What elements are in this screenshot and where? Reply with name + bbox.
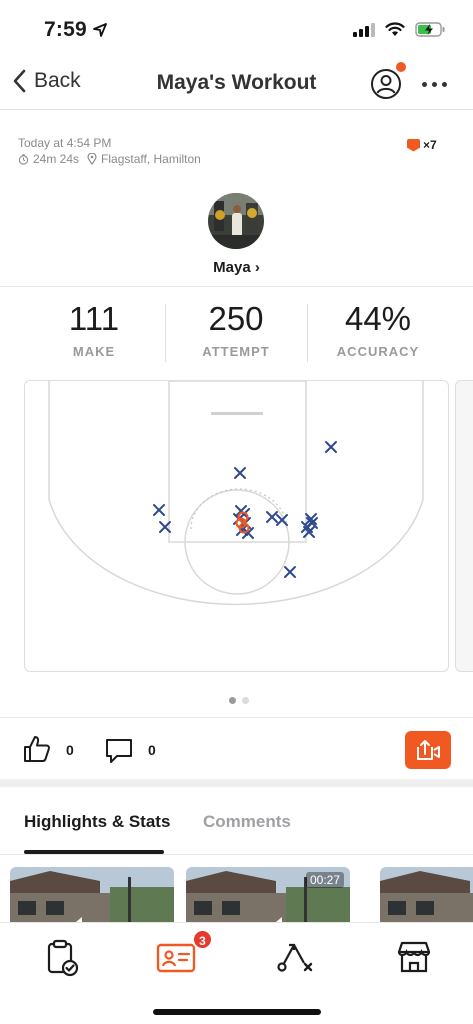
timer-icon	[18, 153, 29, 165]
status-time: 7:59	[44, 18, 87, 41]
battery-charging-icon	[415, 22, 445, 37]
thumbnail-image	[10, 867, 174, 927]
wifi-icon	[385, 22, 405, 36]
workout-details: 24m 24s Flagstaff, Hamilton	[18, 152, 201, 166]
stat-accuracy: 44% ACCURACY	[308, 300, 448, 359]
tab-comments[interactable]: Comments	[203, 812, 291, 832]
section-separator	[0, 779, 473, 787]
tab-highlights-stats[interactable]: Highlights & Stats	[24, 812, 170, 832]
shot-miss-mark	[284, 566, 296, 578]
page-dot-active	[229, 697, 236, 704]
profile-icon[interactable]	[370, 68, 402, 100]
shot-miss-mark	[325, 441, 337, 453]
status-bar: 7:59	[0, 0, 473, 60]
notification-dot	[396, 62, 406, 72]
workout-date: Today at 4:54 PM	[18, 136, 112, 150]
flag-icon	[407, 138, 420, 152]
shot-miss-mark	[153, 504, 165, 516]
store-icon[interactable]	[394, 937, 434, 977]
workout-duration: 24m 24s	[33, 152, 80, 166]
stat-value: 44%	[344, 300, 412, 337]
highlight-thumbnail[interactable]	[380, 867, 473, 927]
avatar-image	[208, 193, 264, 249]
stat-label: ATTEMPT	[202, 344, 270, 359]
video-duration: 00:27	[305, 872, 344, 888]
id-card-icon[interactable]	[156, 937, 196, 977]
divider	[0, 286, 473, 287]
stat-value: 250	[208, 300, 264, 337]
highlight-thumbnail[interactable]: 00:27	[186, 867, 350, 927]
comment-count: 0	[148, 742, 156, 758]
play-diagram-icon[interactable]	[276, 937, 316, 977]
share-video-button[interactable]	[405, 731, 451, 769]
tab-divider	[0, 854, 473, 855]
share-video-icon	[417, 740, 440, 760]
shot-marks	[153, 441, 337, 578]
stat-label: MAKE	[72, 344, 116, 359]
shot-miss-mark	[266, 511, 278, 523]
page-dot	[242, 697, 249, 704]
stat-value: 111	[68, 300, 120, 337]
stat-make: 111 MAKE	[24, 300, 164, 359]
user-name-link[interactable]: Maya ›	[0, 259, 473, 276]
comment-icon[interactable]	[104, 736, 134, 766]
thumbs-up-icon[interactable]	[22, 734, 52, 764]
notification-badge: 3	[192, 929, 213, 950]
avatar[interactable]	[208, 193, 264, 249]
page-indicator	[229, 697, 249, 704]
nav-bar: Back Maya's Workout	[0, 60, 473, 110]
divider	[0, 717, 473, 718]
home-indicator	[153, 1009, 321, 1015]
shot-miss-mark	[234, 467, 246, 479]
thumbnail-image	[380, 867, 473, 927]
location-arrow-icon	[93, 23, 107, 37]
chevron-right-icon: ›	[254, 259, 260, 276]
like-count: 0	[66, 742, 74, 758]
court-diagram	[48, 381, 424, 606]
clipboard-check-icon[interactable]	[42, 937, 82, 977]
badge-count: ×7	[407, 138, 437, 152]
signal-icon	[353, 22, 375, 37]
stat-attempt: 250 ATTEMPT	[166, 300, 306, 359]
more-icon[interactable]	[418, 72, 450, 96]
workout-location: Flagstaff, Hamilton	[101, 152, 201, 166]
shot-chart[interactable]	[24, 380, 449, 672]
highlight-thumbnail[interactable]	[10, 867, 174, 927]
stat-label: ACCURACY	[336, 344, 420, 359]
page-title: Maya's Workout	[156, 71, 317, 94]
next-chart-preview[interactable]	[455, 380, 473, 672]
location-pin-icon	[87, 153, 97, 165]
